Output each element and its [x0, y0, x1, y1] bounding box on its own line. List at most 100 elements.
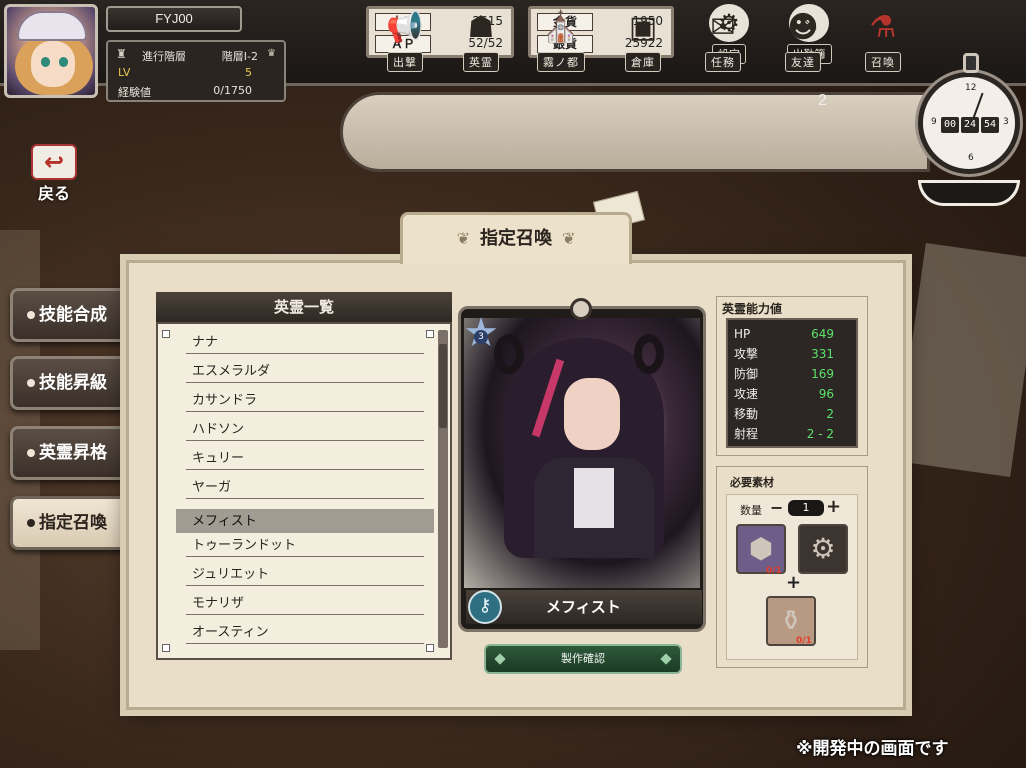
clock-minutes: 24 [961, 117, 979, 133]
megaphone-icon: 📢 [386, 10, 424, 45]
main-nav [340, 92, 930, 172]
stat-row-attack: 攻撃 331 [734, 347, 834, 361]
flask-icon: ⚗ [869, 10, 897, 45]
background-paper [895, 242, 1026, 478]
stats-header: 英霊能力値 [722, 302, 783, 316]
clock-number: 6 [968, 153, 974, 163]
list-corner [426, 644, 434, 652]
material-slot-gear[interactable]: ⚙ [798, 524, 848, 574]
hero-list-item[interactable]: トゥーランドット [186, 533, 424, 557]
player-avatar[interactable] [4, 4, 98, 98]
crystal-icon: ⬢ [748, 532, 774, 565]
plus-icon: + [786, 572, 802, 593]
nav-item-city[interactable]: ⛪ 霧ノ都 [530, 8, 592, 74]
rarity-value: 3 [474, 330, 488, 344]
hero-list-item[interactable]: オースティン [186, 620, 424, 644]
player-info-box: ♜ 進行階層 階層I-2 ♛ LV 5 経験値 0/1750 [106, 40, 286, 102]
quantity-minus-button[interactable]: − [770, 498, 783, 517]
back-label: 戻る [37, 184, 70, 203]
bullet-icon [27, 311, 35, 319]
jar-icon: ⚱ [779, 604, 803, 637]
friends-icon: ☻ [787, 10, 819, 45]
nav-item-storage[interactable]: ▣ 倉庫 [612, 8, 674, 74]
side-menu-label: 技能昇級 [39, 373, 107, 393]
hero-list-item[interactable]: エスメラルダ [186, 359, 424, 383]
bullet-icon [27, 379, 35, 387]
hero-list-scroll-thumb[interactable] [439, 344, 447, 428]
hero-list-item[interactable]: ナナ [186, 330, 424, 354]
nav-item-summon[interactable]: ⚗ 召喚 [852, 8, 914, 74]
stat-row-hp: HP 649 [734, 327, 834, 341]
crown-icon: ♛ [267, 48, 276, 59]
side-menu-skill-fusion[interactable]: 技能合成 [10, 288, 128, 342]
nav-label: 任務 [705, 52, 741, 72]
castle-icon: ⛪ [542, 10, 580, 45]
side-menu-label: 英霊昇格 [39, 443, 107, 463]
side-menu-label: 指定召喚 [39, 513, 107, 533]
watch-crown [963, 53, 979, 73]
craft-confirm-label: 製作確認 [561, 652, 605, 665]
nav-label: 出撃 [387, 52, 423, 72]
quantity-plus-button[interactable]: + [826, 496, 841, 517]
quantity-label: 数量 [740, 504, 762, 517]
card-pin [570, 298, 592, 320]
floor-label: 進行階層 [142, 50, 186, 63]
nav-item-missions[interactable]: ✉ 任務 [692, 8, 754, 74]
gear-icon: ⚙ [810, 532, 836, 565]
hero-portrait [464, 318, 700, 588]
clock-seconds: 54 [981, 117, 999, 133]
nav-label: 倉庫 [625, 52, 661, 72]
hero-list-item-selected[interactable]: メフィスト [176, 509, 434, 533]
back-button[interactable]: ↩ 戻る [26, 144, 82, 203]
return-arrow-icon: ↩ [31, 144, 77, 180]
quantity-value: 1 [788, 500, 824, 516]
craft-confirm-button[interactable]: 製作確認 [484, 644, 682, 674]
clock-number: 12 [965, 83, 977, 93]
panel-title-text: 指定召喚 [480, 228, 552, 249]
hero-list-item[interactable]: ハドソン [186, 417, 424, 441]
list-corner [162, 330, 170, 338]
suitcase-icon: ▣ [628, 10, 658, 45]
stats-table: HP 649 攻撃 331 防御 169 攻速 96 移動 2 射程 2 - 2 [726, 318, 858, 448]
material-count: 0/1 [796, 636, 812, 646]
materials-header: 必要素材 [730, 476, 774, 489]
lv-label: LV [118, 66, 131, 79]
watch-lid [918, 180, 1020, 206]
nav-label: 英霊 [463, 52, 499, 72]
hero-list-item[interactable]: ジュリエット [186, 562, 424, 586]
nav-label: 友達 [785, 52, 821, 72]
hero-list: ナナ エスメラルダ カサンドラ ハドソン キュリー ヤーガ メフィスト トゥーラ… [156, 322, 452, 660]
clock-number: 9 [931, 117, 937, 127]
list-corner [426, 330, 434, 338]
key-icon: ⚷ [468, 590, 502, 624]
nav-label: 霧ノ都 [537, 52, 585, 72]
list-corner [162, 644, 170, 652]
development-notice: ※開発中の画面です [796, 739, 949, 759]
floor-value: 階層I-2 [221, 50, 258, 63]
hero-list-item[interactable]: モナリザ [186, 591, 424, 615]
panel-title: ❦ 指定召喚 ❦ [400, 212, 632, 264]
hero-list-header: 英霊一覧 [156, 292, 452, 322]
hero-list-item[interactable]: カサンドラ [186, 388, 424, 412]
ornament-icon: ❦ [562, 229, 576, 248]
nav-item-sortie[interactable]: 📢 出撃 [374, 8, 436, 74]
side-menu-hero-promote[interactable]: 英霊昇格 [10, 426, 128, 480]
stat-row-defense: 防御 169 [734, 367, 834, 381]
ornament-icon: ❦ [456, 229, 470, 248]
stat-row-range: 射程 2 - 2 [734, 427, 834, 441]
nav-item-heroes[interactable]: ☗ 英霊 [450, 8, 512, 74]
hero-list-item[interactable]: ヤーガ [186, 475, 424, 499]
nav-item-friends[interactable]: ☻ 友達 [772, 8, 834, 74]
stat-row-move: 移動 2 [734, 407, 834, 421]
clock-number: 3 [1003, 117, 1009, 127]
clock-hours: 00 [941, 117, 959, 133]
exp-label: 経験値 [118, 86, 151, 99]
castle-icon: ♜ [116, 47, 127, 61]
exp-value: 0/1750 [213, 84, 252, 97]
scroll-icon: ✉ [710, 10, 736, 45]
bullet-icon [27, 519, 35, 527]
nav-label: 召喚 [865, 52, 901, 72]
hero-list-item[interactable]: キュリー [186, 446, 424, 470]
side-menu-skill-upgrade[interactable]: 技能昇級 [10, 356, 128, 410]
player-name: FYJ00 [106, 6, 242, 32]
